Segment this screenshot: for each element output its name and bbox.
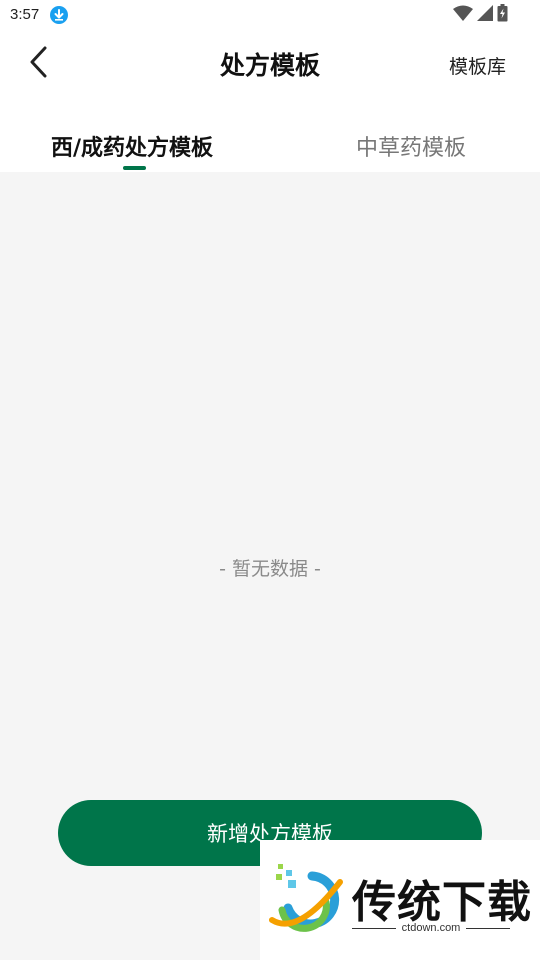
app-header: 处方模板 模板库 xyxy=(0,30,540,100)
tab-western-medicine-templates[interactable]: 西/成药处方模板 xyxy=(51,130,213,162)
divider-line xyxy=(466,927,511,929)
watermark-subtitle: ctdown.com xyxy=(401,922,461,934)
divider-line xyxy=(352,927,396,929)
signal-icon xyxy=(477,5,493,25)
active-tab-indicator xyxy=(123,166,146,170)
battery-icon xyxy=(497,4,508,26)
watermark-title: 传统下载 xyxy=(352,877,532,928)
tab-bar: 西/成药处方模板 中草药模板 xyxy=(0,100,540,172)
watermark-subtitle-row: ctdown.com xyxy=(352,922,511,934)
watermark: 传统下载 ctdown.com xyxy=(260,840,540,960)
template-library-link[interactable]: 模板库 xyxy=(449,52,506,79)
status-time: 3:57 xyxy=(10,6,40,23)
download-icon xyxy=(50,6,68,24)
status-bar: 3:57 xyxy=(0,0,540,30)
tab-herbal-medicine-templates[interactable]: 中草药模板 xyxy=(356,130,466,162)
ctdown-logo-icon xyxy=(268,862,346,936)
wifi-icon xyxy=(453,5,473,25)
empty-state-text: - 暂无数据 - xyxy=(219,558,321,580)
status-icons xyxy=(453,4,508,26)
